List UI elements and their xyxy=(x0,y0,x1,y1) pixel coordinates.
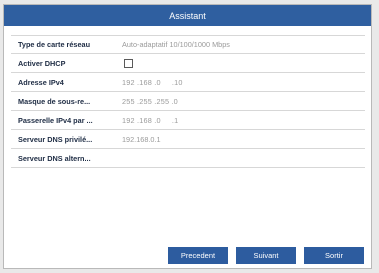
preferred-dns-row: Serveur DNS privilé... 192.168.0.1 xyxy=(11,130,365,149)
dhcp-label: Activer DHCP xyxy=(18,58,66,68)
alternate-dns-row: Serveur DNS altern... xyxy=(11,149,365,168)
preferred-dns-label: Serveur DNS privilé... xyxy=(18,134,93,144)
subnet-mask-label: Masque de sous-re... xyxy=(18,96,91,106)
dialog-title: Assistant xyxy=(169,10,206,21)
next-button[interactable]: Suivant xyxy=(236,247,296,264)
preferred-dns-input[interactable]: 192.168.0.1 xyxy=(122,135,365,144)
subnet-mask-row: Masque de sous-re... 255 .255 .255 .0 xyxy=(11,92,365,111)
ipv4-address-row: Adresse IPv4 192 .168 .0 .10 xyxy=(11,73,365,92)
dhcp-checkbox[interactable] xyxy=(124,58,133,68)
subnet-mask-input[interactable]: 255 .255 .255 .0 xyxy=(122,97,365,106)
gateway-input[interactable]: 192 .168 .0 .1 xyxy=(122,116,365,125)
nic-type-label: Type de carte réseau xyxy=(18,40,91,49)
nic-type-value[interactable]: Auto-adaptatif 10/100/1000 Mbps xyxy=(122,40,365,49)
ipv4-address-input[interactable]: 192 .168 .0 .10 xyxy=(122,78,365,87)
assistant-dialog: Assistant Type de carte réseau Auto-adap… xyxy=(3,4,372,269)
dhcp-row: Activer DHCP xyxy=(11,54,365,73)
network-settings-form: Type de carte réseau Auto-adaptatif 10/1… xyxy=(11,35,365,168)
alternate-dns-label: Serveur DNS altern... xyxy=(18,153,91,163)
gateway-row: Passerelle IPv4 par ... 192 .168 .0 .1 xyxy=(11,111,365,130)
dialog-title-bar: Assistant xyxy=(4,5,371,26)
nic-type-row: Type de carte réseau Auto-adaptatif 10/1… xyxy=(11,35,365,54)
ipv4-address-label: Adresse IPv4 xyxy=(18,77,64,87)
previous-button[interactable]: Precedent xyxy=(168,247,228,264)
exit-button[interactable]: Sortir xyxy=(304,247,364,264)
gateway-label: Passerelle IPv4 par ... xyxy=(18,115,93,125)
dialog-footer: Precedent Suivant Sortir xyxy=(4,243,371,268)
